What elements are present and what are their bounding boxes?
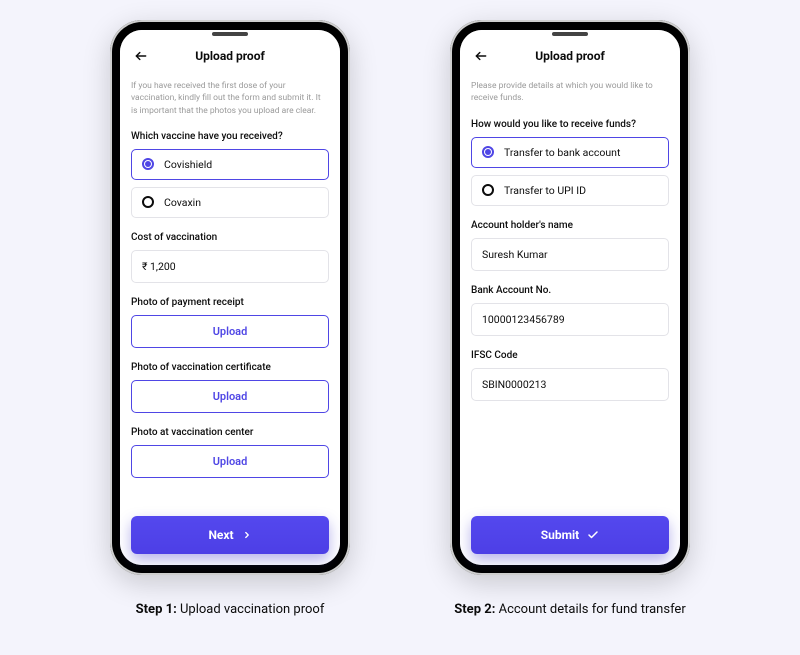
radio-covishield[interactable]: Covishield (131, 149, 329, 180)
account-holder-label: Account holder's name (471, 220, 669, 231)
intro-text: If you have received the first dose of y… (131, 80, 329, 117)
ifsc-value: SBIN0000213 (482, 378, 546, 391)
step-1-column: Upload proof If you have received the fi… (110, 20, 350, 655)
intro-text: Please provide details at which you woul… (471, 80, 669, 105)
submit-label: Submit (541, 528, 580, 542)
radio-label: Transfer to bank account (504, 146, 620, 159)
upload-certificate-button[interactable]: Upload (131, 380, 329, 413)
radio-upi-transfer[interactable]: Transfer to UPI ID (471, 175, 669, 206)
ifsc-field: IFSC Code SBIN0000213 (471, 350, 669, 401)
radio-covaxin[interactable]: Covaxin (131, 187, 329, 218)
next-label: Next (208, 528, 233, 542)
caption-rest: Account details for fund transfer (495, 602, 685, 617)
check-icon (587, 529, 599, 541)
funds-question-label: How would you like to receive funds? (471, 119, 669, 130)
phone-earpiece (212, 32, 248, 36)
account-holder-value: Suresh Kumar (482, 248, 548, 261)
arrow-left-icon (134, 49, 148, 63)
back-button[interactable] (471, 46, 491, 66)
cost-field: Cost of vaccination ₹ 1,200 (131, 232, 329, 283)
center-photo-label: Photo at vaccination center (131, 427, 329, 438)
phone-frame-left: Upload proof If you have received the fi… (110, 20, 350, 575)
account-number-label: Bank Account No. (471, 285, 669, 296)
ifsc-input[interactable]: SBIN0000213 (471, 368, 669, 401)
phone-earpiece (552, 32, 588, 36)
header: Upload proof (471, 40, 669, 74)
certificate-field: Photo of vaccination certificate Upload (131, 362, 329, 413)
upload-receipt-button[interactable]: Upload (131, 315, 329, 348)
radio-label: Covishield (164, 158, 212, 171)
arrow-left-icon (474, 49, 488, 63)
caption-bold: Step 2: (454, 602, 495, 617)
header: Upload proof (131, 40, 329, 74)
phone-frame-right: Upload proof Please provide details at w… (450, 20, 690, 575)
cost-label: Cost of vaccination (131, 232, 329, 243)
receipt-label: Photo of payment receipt (131, 297, 329, 308)
submit-button[interactable]: Submit (471, 516, 669, 554)
screen-left: Upload proof If you have received the fi… (120, 30, 340, 565)
ifsc-label: IFSC Code (471, 350, 669, 361)
radio-label: Transfer to UPI ID (504, 184, 586, 197)
form-area: If you have received the first dose of y… (131, 74, 329, 565)
radio-icon (482, 146, 494, 158)
vaccine-field: Which vaccine have you received? Covishi… (131, 131, 329, 218)
radio-icon (142, 196, 154, 208)
funds-field: How would you like to receive funds? Tra… (471, 119, 669, 206)
account-holder-field: Account holder's name Suresh Kumar (471, 220, 669, 271)
cost-input[interactable]: ₹ 1,200 (131, 250, 329, 283)
back-button[interactable] (131, 46, 151, 66)
account-holder-input[interactable]: Suresh Kumar (471, 238, 669, 271)
upload-label: Upload (213, 325, 248, 338)
screen-right: Upload proof Please provide details at w… (460, 30, 680, 565)
next-button[interactable]: Next (131, 516, 329, 554)
radio-label: Covaxin (164, 196, 201, 209)
center-photo-field: Photo at vaccination center Upload (131, 427, 329, 478)
upload-center-photo-button[interactable]: Upload (131, 445, 329, 478)
caption-bold: Step 1: (136, 602, 177, 617)
step-2-caption: Step 2: Account details for fund transfe… (454, 601, 685, 619)
radio-bank-transfer[interactable]: Transfer to bank account (471, 137, 669, 168)
chevron-right-icon (242, 530, 252, 540)
page-title: Upload proof (471, 49, 669, 63)
account-number-input[interactable]: 10000123456789 (471, 303, 669, 336)
upload-label: Upload (213, 455, 248, 468)
vaccine-question-label: Which vaccine have you received? (131, 131, 329, 142)
account-number-value: 10000123456789 (482, 313, 565, 326)
form-area: Please provide details at which you woul… (471, 74, 669, 565)
receipt-field: Photo of payment receipt Upload (131, 297, 329, 348)
step-1-caption: Step 1: Upload vaccination proof (136, 601, 325, 619)
upload-label: Upload (213, 390, 248, 403)
page-title: Upload proof (131, 49, 329, 63)
account-number-field: Bank Account No. 10000123456789 (471, 285, 669, 336)
cost-value: ₹ 1,200 (142, 260, 176, 273)
radio-icon (142, 158, 154, 170)
caption-rest: Upload vaccination proof (177, 602, 325, 617)
certificate-label: Photo of vaccination certificate (131, 362, 329, 373)
stage: Upload proof If you have received the fi… (0, 0, 800, 655)
step-2-column: Upload proof Please provide details at w… (450, 20, 690, 655)
radio-icon (482, 184, 494, 196)
